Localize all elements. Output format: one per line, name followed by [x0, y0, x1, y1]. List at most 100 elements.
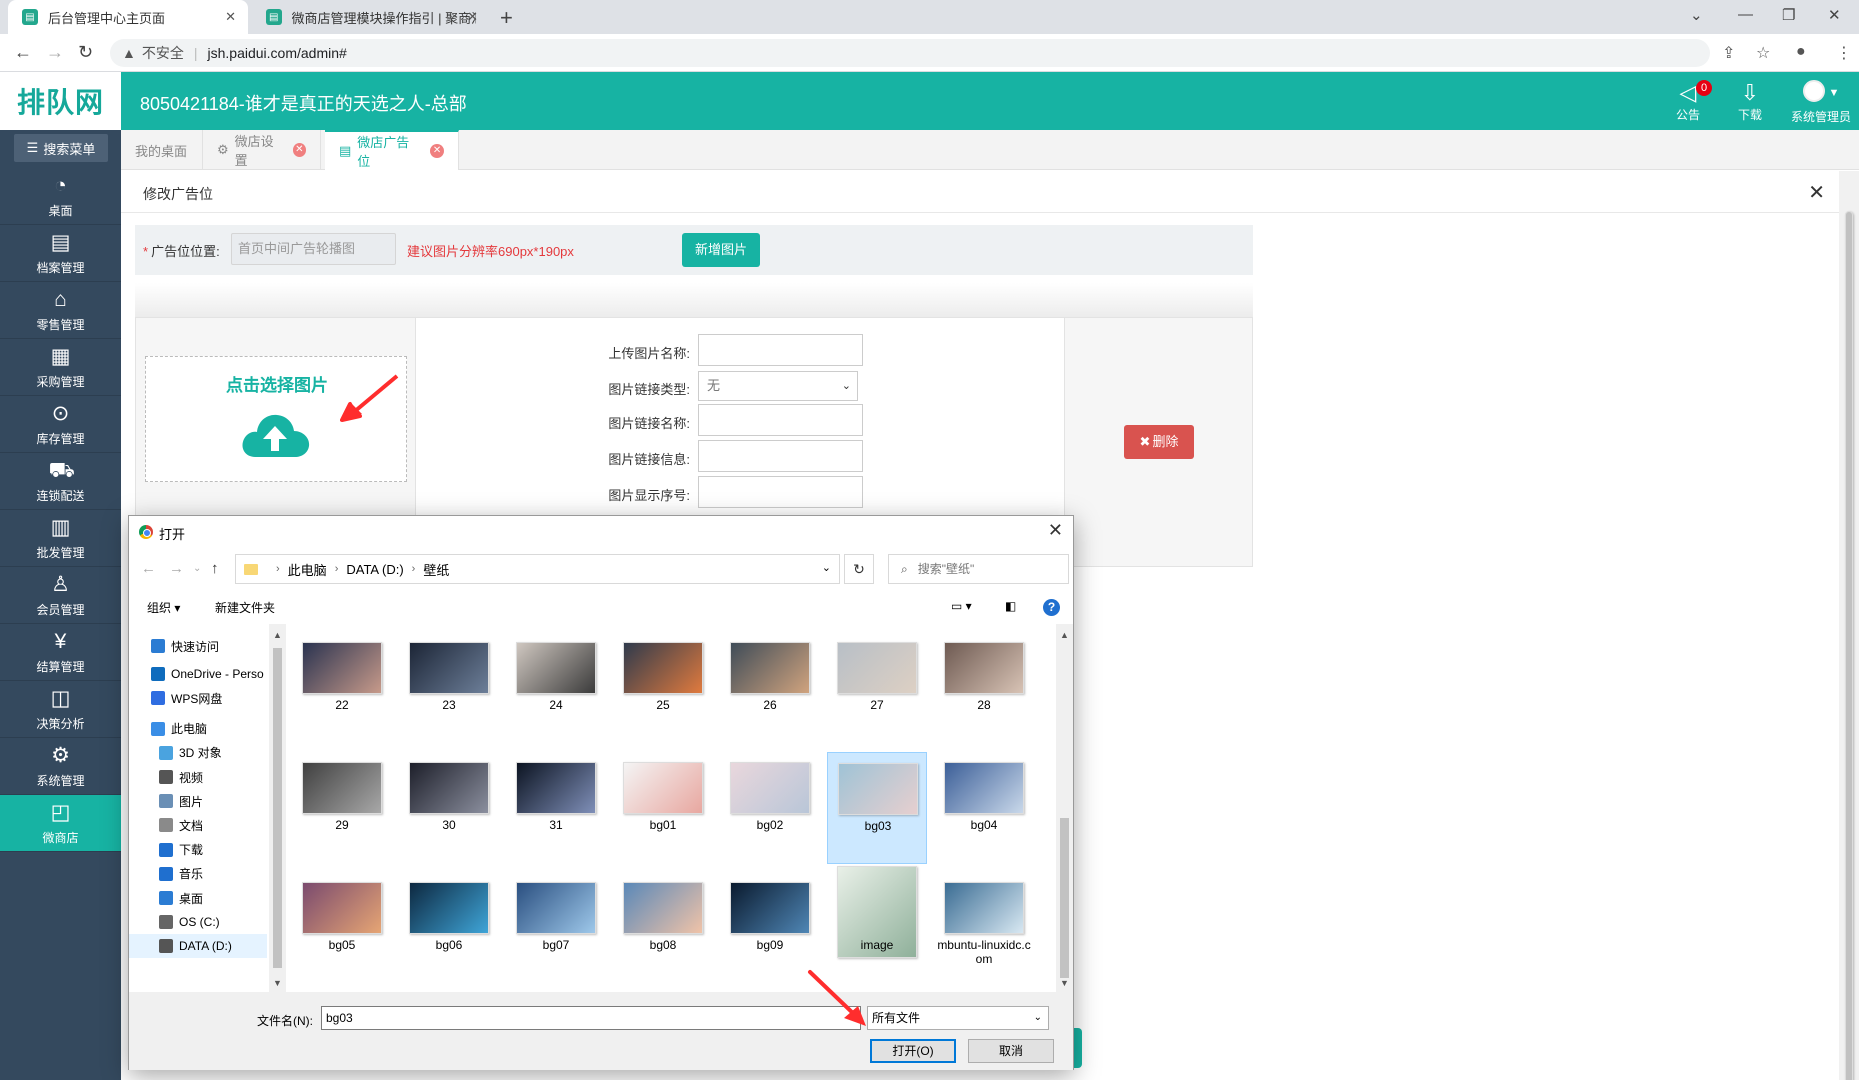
open-button[interactable]: 打开(O) [870, 1039, 956, 1063]
sidebar-item[interactable]: ¥ 结算管理 [0, 624, 121, 681]
close-tab-icon[interactable]: ✕ [225, 9, 236, 25]
path-breadcrumb[interactable]: › 此电脑 › DATA (D:) › 壁纸 ⌄ [235, 554, 840, 584]
file-tile[interactable]: bg07 [506, 872, 606, 984]
sidebar-item[interactable]: ▥ 批发管理 [0, 510, 121, 567]
image-name-input[interactable] [698, 334, 863, 366]
sidebar-item[interactable]: ⚙ 系统管理 [0, 738, 121, 795]
restore-icon[interactable]: ❐ [1782, 6, 1795, 24]
folder-tree-item[interactable]: 文档 [129, 813, 269, 837]
file-tile[interactable]: bg04 [934, 752, 1034, 864]
folder-tree-item[interactable]: 此电脑 [129, 717, 269, 741]
sidebar-item[interactable]: ◫ 决策分析 [0, 681, 121, 738]
folder-tree-item[interactable]: WPS网盘 [129, 686, 269, 710]
sidebar-item[interactable]: ▦ 采购管理 [0, 339, 121, 396]
filename-input[interactable]: bg03 [321, 1006, 861, 1030]
folder-tree-item[interactable]: 视频 [129, 765, 269, 789]
chevron-down-icon[interactable]: ⌄ [822, 561, 831, 574]
folder-tree-item[interactable]: OS (C:) [129, 910, 269, 934]
scroll-down-icon[interactable]: ▼ [273, 978, 282, 988]
file-tile[interactable]: 22 [292, 632, 392, 744]
window-close-icon[interactable]: ✕ [1828, 6, 1841, 24]
view-mode-icon[interactable]: ▭ ▾ [951, 599, 972, 613]
search-menu-button[interactable]: ☰ 搜索菜单 [14, 134, 108, 162]
forward-icon[interactable]: → [169, 560, 184, 577]
file-tile[interactable]: bg02 [720, 752, 820, 864]
file-grid-scrollbar[interactable]: ▲ ▼ [1056, 624, 1073, 992]
file-tile[interactable]: bg08 [613, 872, 713, 984]
file-tile[interactable]: bg01 [613, 752, 713, 864]
file-tile[interactable]: bg03 [827, 752, 927, 864]
panel-close-icon[interactable]: ✕ [1808, 180, 1825, 205]
help-icon[interactable]: ? [1043, 599, 1060, 616]
sidebar-item[interactable]: ⛟ 连锁配送 [0, 453, 121, 510]
browser-menu-icon[interactable]: ⋮ [1836, 43, 1852, 63]
file-tile[interactable]: 26 [720, 632, 820, 744]
sidebar-item[interactable]: ⌂ 零售管理 [0, 282, 121, 339]
tab-my-desktop[interactable]: 我的桌面 [121, 130, 203, 170]
breadcrumb-item[interactable]: 壁纸 [423, 560, 449, 579]
sidebar-item[interactable]: ▤ 档案管理 [0, 225, 121, 282]
tab-microstore-ads[interactable]: ▤ 微店广告位 ✕ [325, 130, 459, 170]
recent-chevron-icon[interactable]: ⌄ [193, 563, 201, 574]
app-logo[interactable]: 排队网 [0, 72, 121, 130]
browser-tab-admin[interactable]: ▤ 后台管理中心主页面 ✕ [8, 0, 248, 34]
add-image-button[interactable]: 新增图片 [682, 233, 760, 267]
minimize-icon[interactable]: — [1738, 6, 1753, 23]
tab-search-icon[interactable]: ⌄ [1690, 6, 1703, 24]
file-tile[interactable]: 30 [399, 752, 499, 864]
refresh-button[interactable]: ↻ [844, 554, 874, 584]
delete-button[interactable]: ✖ 删除 [1124, 425, 1194, 459]
scroll-up-icon[interactable]: ▲ [273, 630, 282, 640]
link-type-select[interactable]: 无 ⌄ [698, 371, 858, 401]
sidebar-item[interactable]: ◔ 桌面 [0, 168, 121, 225]
profile-icon[interactable]: ● [1796, 43, 1806, 61]
page-scroll-thumb[interactable] [1845, 211, 1853, 1080]
forward-icon[interactable]: → [46, 42, 64, 63]
scroll-up-icon[interactable]: ▲ [1060, 630, 1069, 640]
filetype-select[interactable]: 所有文件 ⌄ [867, 1006, 1049, 1030]
sidebar-item[interactable]: ◰ 微商店 [0, 795, 121, 852]
file-tile[interactable]: 25 [613, 632, 713, 744]
dialog-close-icon[interactable]: ✕ [1048, 520, 1063, 541]
display-order-input[interactable] [698, 476, 863, 508]
link-name-input[interactable] [698, 404, 863, 436]
file-tile[interactable]: 24 [506, 632, 606, 744]
back-icon[interactable]: ← [14, 42, 32, 63]
browser-tab-guide[interactable]: ▤ 微商店管理模块操作指引 | 聚商汇 ✕ [252, 0, 490, 34]
file-scroll-thumb[interactable] [1060, 818, 1069, 978]
folder-tree-item[interactable]: 音乐 [129, 862, 269, 886]
up-folder-icon[interactable]: ↑ [211, 560, 219, 577]
file-tile[interactable]: 29 [292, 752, 392, 864]
file-tile[interactable]: bg05 [292, 872, 392, 984]
nav-pane-scrollbar[interactable]: ▲ ▼ [269, 624, 286, 992]
reload-icon[interactable]: ↻ [78, 42, 93, 63]
cancel-button[interactable]: 取消 [968, 1039, 1054, 1063]
download-button[interactable]: ⇩ 下载 [1730, 80, 1770, 123]
close-tab-icon[interactable]: ✕ [467, 9, 478, 25]
sidebar-item[interactable]: ♙ 会员管理 [0, 567, 121, 624]
scroll-down-icon[interactable]: ▼ [1060, 978, 1069, 988]
folder-tree-item[interactable]: 下载 [129, 838, 269, 862]
new-tab-button[interactable]: + [500, 5, 513, 31]
file-tile[interactable]: bg06 [399, 872, 499, 984]
breadcrumb-item[interactable]: DATA (D:) [346, 562, 403, 577]
url-field[interactable]: ▲ 不安全 | jsh.paidui.com/admin# [110, 39, 1710, 67]
tab-microstore-settings[interactable]: ⚙ 微店设置 ✕ [203, 130, 321, 170]
bookmark-star-icon[interactable]: ☆ [1756, 43, 1770, 63]
share-icon[interactable]: ⇪ [1722, 43, 1735, 63]
file-tile[interactable]: 23 [399, 632, 499, 744]
folder-tree-item[interactable]: 图片 [129, 789, 269, 813]
notice-button[interactable]: ◁ 0 公告 [1668, 80, 1712, 123]
page-scrollbar[interactable] [1839, 171, 1859, 1080]
breadcrumb-item[interactable]: 此电脑 [288, 560, 327, 579]
preview-pane-icon[interactable]: ◧ [1005, 599, 1016, 613]
folder-tree-item[interactable]: 3D 对象 [129, 741, 269, 765]
file-tile[interactable]: 31 [506, 752, 606, 864]
dialog-search-input[interactable]: ⌕ 搜索"壁纸" [888, 554, 1069, 584]
file-tile[interactable]: mbuntu-linuxidc.com [934, 872, 1034, 984]
file-tile[interactable]: 27 [827, 632, 927, 744]
sidebar-item[interactable]: ⊙ 库存管理 [0, 396, 121, 453]
organize-menu[interactable]: 组织 ▾ [147, 599, 180, 616]
nav-scroll-thumb[interactable] [273, 648, 282, 968]
file-tile[interactable]: bg09 [720, 872, 820, 984]
